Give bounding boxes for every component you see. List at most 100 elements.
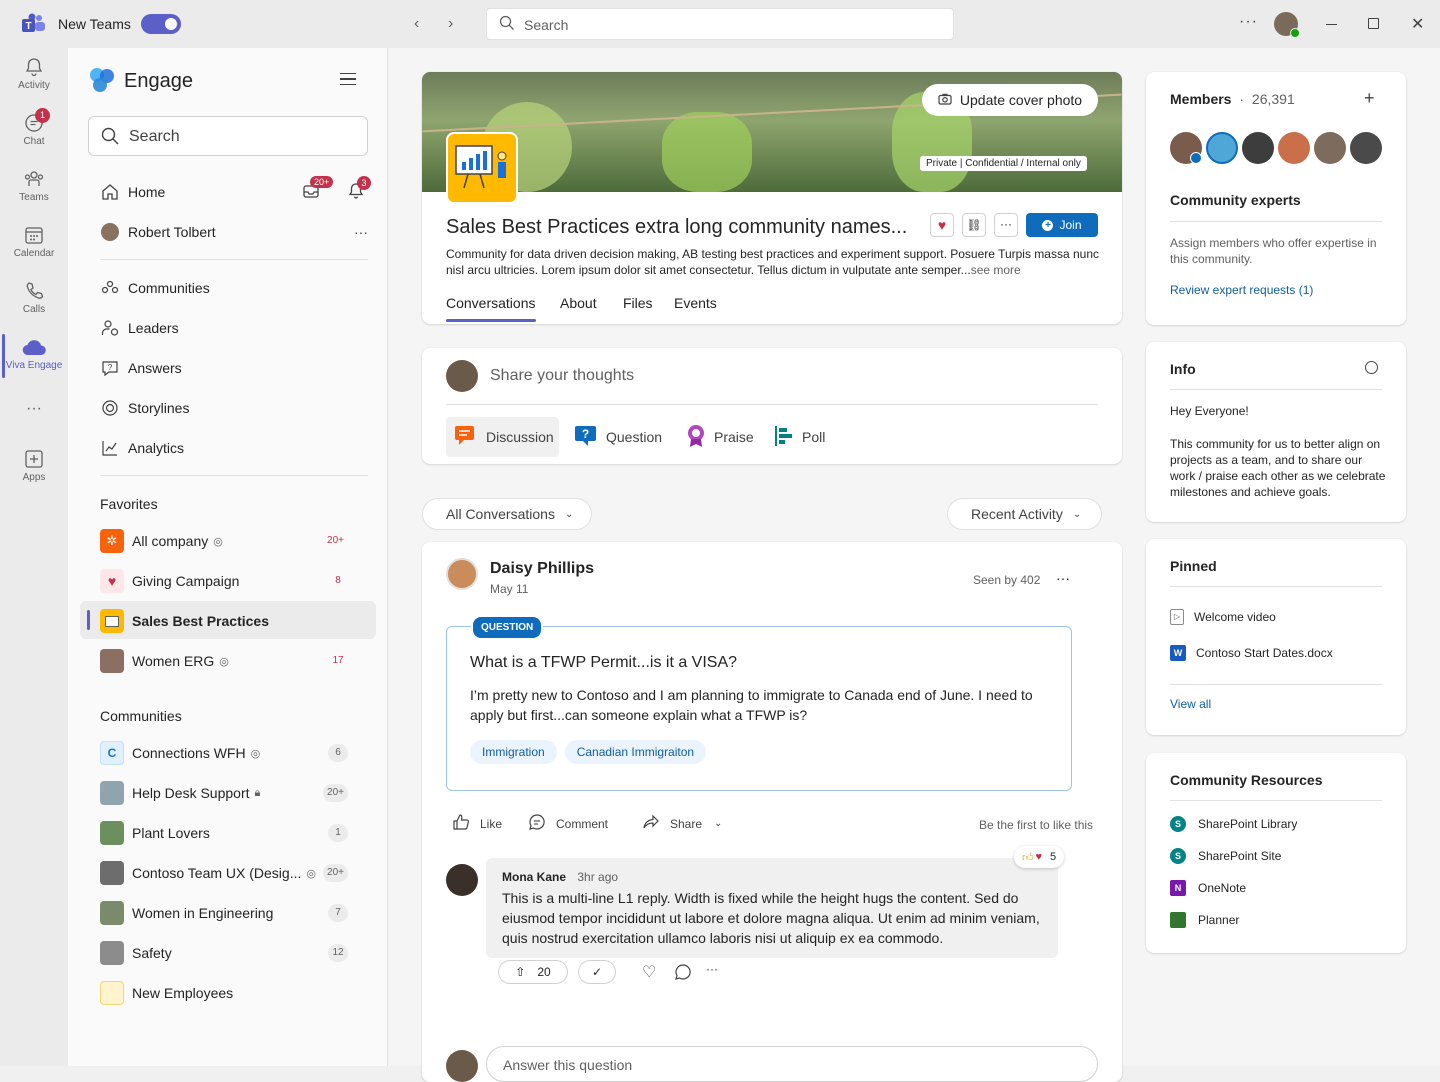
sidebar-item-analytics[interactable]: Analytics bbox=[100, 438, 184, 458]
calendar-icon bbox=[25, 227, 43, 244]
reply-author[interactable]: Mona Kane bbox=[502, 870, 566, 884]
view-all-link[interactable]: View all bbox=[1170, 697, 1211, 711]
community-new-employees[interactable]: New Employees bbox=[100, 981, 368, 1005]
forward-arrow-icon[interactable]: › bbox=[448, 15, 453, 33]
sidebar-item-communities[interactable]: Communities bbox=[100, 278, 210, 298]
notifications-bell-icon[interactable]: 3 bbox=[347, 176, 371, 202]
community-women-in-engineering[interactable]: Women in Engineering 7 bbox=[100, 901, 368, 925]
maximize-icon[interactable] bbox=[1368, 18, 1379, 29]
all-conversations-dropdown[interactable]: All Conversations ⌄ bbox=[422, 498, 592, 530]
back-arrow-icon[interactable]: ‹ bbox=[414, 15, 419, 33]
post-author[interactable]: Daisy Phillips bbox=[490, 560, 594, 578]
update-cover-photo-button[interactable]: Update cover photo bbox=[922, 84, 1098, 116]
community-safety[interactable]: Safety 12 bbox=[100, 941, 368, 965]
question-type-badge: QUESTION bbox=[471, 615, 544, 640]
topic-tag[interactable]: Canadian Immigraiton bbox=[564, 740, 707, 764]
community-more-button[interactable]: ··· bbox=[994, 213, 1018, 237]
copy-link-button[interactable]: ⛓︎ bbox=[962, 213, 986, 237]
sidebar-item-storylines[interactable]: Storylines bbox=[100, 398, 189, 418]
member-avatar[interactable] bbox=[1314, 132, 1346, 164]
discussion-button[interactable]: Discussion bbox=[446, 417, 559, 457]
comment-button[interactable]: Comment bbox=[528, 813, 608, 834]
tab-events[interactable]: Events bbox=[674, 295, 717, 311]
question-button[interactable]: ? Question bbox=[574, 417, 662, 457]
new-teams-toggle[interactable] bbox=[141, 14, 181, 34]
answer-input[interactable]: Answer this question bbox=[486, 1046, 1098, 1082]
communities-icon bbox=[100, 278, 120, 298]
rail-item-viva-engage[interactable]: Viva Engage bbox=[0, 338, 68, 371]
mark-best-answer-button[interactable]: ✓ bbox=[578, 960, 616, 984]
resource-onenote[interactable]: N OneNote bbox=[1170, 880, 1246, 896]
join-button[interactable]: + Join bbox=[1026, 213, 1098, 237]
poll-button[interactable]: Poll bbox=[774, 417, 825, 457]
members-count: 26,391 bbox=[1251, 91, 1295, 107]
inbox-icon[interactable]: 20+ bbox=[302, 176, 334, 202]
review-expert-requests-link[interactable]: Review expert requests (1) bbox=[1170, 283, 1313, 297]
pinned-item[interactable]: ▷ Welcome video bbox=[1170, 609, 1276, 625]
more-apps-icon[interactable]: ··· bbox=[0, 400, 68, 418]
pinned-item[interactable]: W Contoso Start Dates.docx bbox=[1170, 645, 1333, 661]
reply-comment-icon[interactable] bbox=[674, 963, 692, 984]
sidebar-item-user[interactable]: Robert Tolbert bbox=[100, 222, 216, 242]
member-avatar[interactable] bbox=[1242, 132, 1274, 164]
like-button[interactable]: Like bbox=[452, 813, 502, 834]
divider bbox=[1170, 684, 1382, 685]
reply-react-heart-icon[interactable]: ♡ bbox=[642, 962, 656, 982]
tab-conversations[interactable]: Conversations bbox=[446, 295, 536, 322]
resource-sharepoint-library[interactable]: S SharePoint Library bbox=[1170, 816, 1297, 832]
divider bbox=[446, 404, 1098, 405]
tab-files[interactable]: Files bbox=[623, 295, 653, 311]
members-heading: Members · 26,391 bbox=[1170, 91, 1295, 107]
see-more-link[interactable]: see more bbox=[971, 263, 1021, 277]
member-avatar[interactable] bbox=[1206, 132, 1238, 164]
reply-author-avatar[interactable] bbox=[446, 864, 478, 896]
author-avatar[interactable] bbox=[446, 558, 478, 590]
hamburger-menu-icon[interactable] bbox=[340, 73, 356, 85]
upvote-button[interactable]: ⇧ 20 bbox=[498, 960, 568, 984]
community-connections-wfh[interactable]: C Connections WFH ◎ 6 bbox=[100, 741, 368, 765]
member-avatar[interactable] bbox=[1278, 132, 1310, 164]
favorite-all-company[interactable]: ✲ All company ◎ 20+ bbox=[100, 529, 368, 553]
favorite-heart-button[interactable]: ♥ bbox=[930, 213, 954, 237]
member-avatar[interactable] bbox=[1350, 132, 1382, 164]
rail-item-apps[interactable]: Apps bbox=[0, 448, 68, 483]
add-member-icon[interactable]: + bbox=[1364, 88, 1375, 109]
more-options-icon[interactable]: ··· bbox=[1239, 13, 1258, 31]
global-search-box[interactable]: Search bbox=[486, 8, 954, 40]
rail-item-calls[interactable]: Calls bbox=[0, 280, 68, 315]
info-heading: Info bbox=[1170, 361, 1196, 377]
sidebar-item-leaders[interactable]: Leaders bbox=[100, 318, 179, 338]
sidebar-item-answers[interactable]: ? Answers bbox=[100, 358, 182, 378]
tab-about[interactable]: About bbox=[560, 295, 597, 311]
edit-info-circle-icon[interactable] bbox=[1365, 361, 1378, 374]
rail-item-chat[interactable]: Chat 1 bbox=[0, 108, 68, 147]
user-more-icon[interactable]: ··· bbox=[354, 224, 368, 240]
community-plant-lovers[interactable]: Plant Lovers 1 bbox=[100, 821, 368, 845]
community-contoso-team-ux[interactable]: Contoso Team UX (Desig... ◎ 20+ bbox=[100, 861, 368, 885]
praise-button[interactable]: Praise bbox=[686, 417, 754, 457]
post-more-icon[interactable]: ··· bbox=[1056, 570, 1070, 586]
rail-item-teams[interactable]: Teams bbox=[0, 168, 68, 203]
seen-by-count[interactable]: Seen by 402 bbox=[973, 573, 1040, 587]
reaction-summary[interactable]: 👍︎ ♥ 5 bbox=[1014, 846, 1065, 868]
sidebar-search-box[interactable]: Search bbox=[88, 116, 368, 156]
topic-tag[interactable]: Immigration bbox=[470, 740, 557, 764]
reply-more-icon[interactable]: ··· bbox=[706, 962, 718, 976]
favorite-sales-best-practices[interactable]: Sales Best Practices bbox=[100, 609, 368, 633]
rail-item-calendar[interactable]: Calendar bbox=[0, 224, 68, 259]
recent-activity-dropdown[interactable]: Recent Activity ⌄ bbox=[947, 498, 1102, 530]
community-help-desk-support[interactable]: Help Desk Support 🔒︎ 20+ bbox=[100, 781, 368, 805]
share-button[interactable]: Share ⌄ bbox=[642, 813, 722, 834]
title-bar: T New Teams ‹ › Search ··· ✕ bbox=[0, 0, 1440, 48]
favorite-giving-campaign[interactable]: ♥ Giving Campaign 8 bbox=[100, 569, 368, 593]
favorite-women-erg[interactable]: Women ERG ◎ 17 bbox=[100, 649, 368, 673]
rail-item-activity[interactable]: Activity bbox=[0, 56, 68, 91]
heart-emoji-icon: ♥ bbox=[1035, 851, 1043, 863]
minimize-icon[interactable] bbox=[1326, 24, 1337, 25]
analytics-icon bbox=[100, 438, 120, 458]
close-icon[interactable]: ✕ bbox=[1411, 14, 1424, 34]
share-thoughts-input[interactable]: Share your thoughts bbox=[490, 367, 634, 385]
resource-sharepoint-site[interactable]: S SharePoint Site bbox=[1170, 848, 1281, 864]
resource-planner[interactable]: Planner bbox=[1170, 912, 1239, 928]
plus-circle-icon: + bbox=[1042, 219, 1054, 231]
